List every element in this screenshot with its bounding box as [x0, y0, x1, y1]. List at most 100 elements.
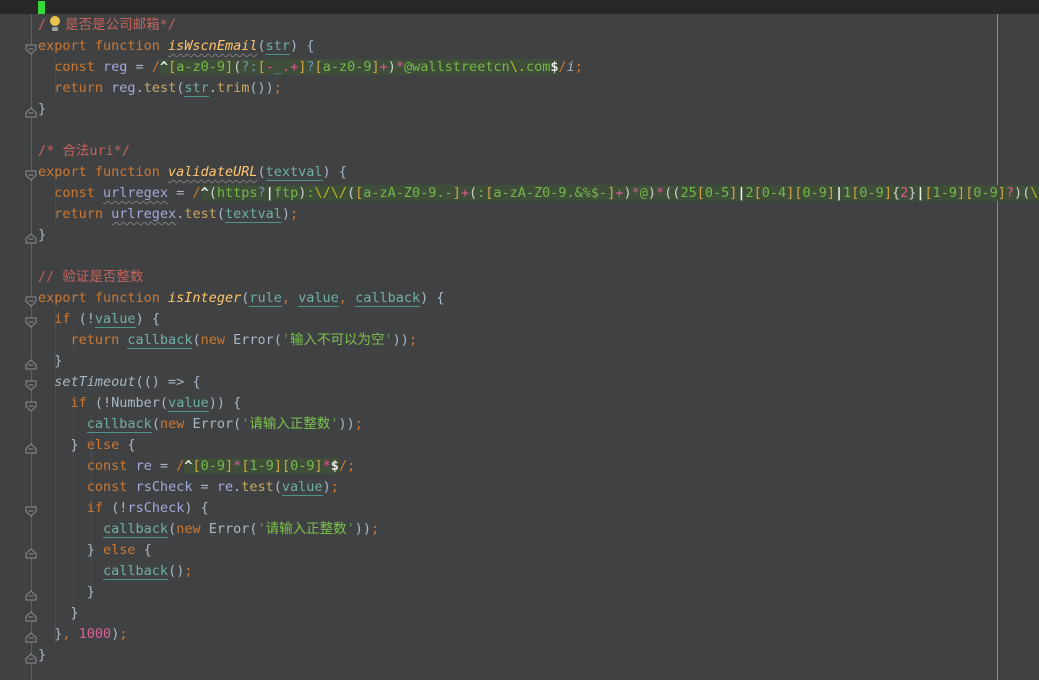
- fold-region-end-icon[interactable]: [25, 356, 37, 370]
- code-token: ): [623, 185, 632, 201]
- fold-region-start-icon[interactable]: [25, 293, 37, 307]
- code-token: rsCheck: [135, 479, 193, 495]
- code-token: export function: [38, 38, 169, 54]
- fold-region-end-icon[interactable]: [25, 230, 37, 244]
- code-token: callback: [103, 563, 169, 580]
- fold-region-end-icon[interactable]: [25, 608, 37, 622]
- code-line[interactable]: const rsCheck = re.test(value);: [0, 477, 1039, 498]
- code-line[interactable]: setTimeout(() => {: [0, 372, 1039, 393]
- code-token: (() => {: [135, 374, 201, 390]
- code-line[interactable]: [0, 246, 1039, 267]
- code-token: (: [273, 479, 282, 495]
- code-line[interactable]: return urlregex.test(textval);: [0, 204, 1039, 225]
- code-token: 0-9: [290, 458, 315, 474]
- intention-bulb-icon[interactable]: [49, 16, 61, 31]
- code-line[interactable]: return callback(new Error('输入不可以为空'));: [0, 330, 1039, 351]
- code-line[interactable]: } else {: [0, 435, 1039, 456]
- fold-region-end-icon[interactable]: [25, 629, 37, 643]
- code-token: 1-9: [249, 458, 274, 474]
- code-token: new: [176, 521, 201, 537]
- code-token: 请输入正整数: [249, 416, 331, 432]
- fold-region-start-icon[interactable]: [25, 41, 37, 55]
- code-token: $: [550, 59, 559, 75]
- code-line[interactable]: }: [0, 582, 1039, 603]
- code-line[interactable]: export function isWscnEmail(str) {: [0, 36, 1039, 57]
- code-line[interactable]: }: [0, 99, 1039, 120]
- code-token: value: [94, 311, 136, 328]
- code-token: Error(: [224, 332, 282, 348]
- code-token: )): [354, 521, 372, 537]
- code-token: *: [322, 458, 331, 474]
- fold-region-start-icon[interactable]: [25, 377, 37, 391]
- code-token: ': [281, 332, 291, 348]
- fold-region-end-icon[interactable]: [25, 104, 37, 118]
- code-token: 请输入正整数: [265, 521, 347, 537]
- code-token: reg: [111, 80, 136, 96]
- code-line[interactable]: const urlregex = /^(https?|ftp):\/\/([a-…: [0, 183, 1039, 204]
- code-line[interactable]: }: [0, 645, 1039, 666]
- code-token: ) {: [289, 38, 315, 54]
- code-line[interactable]: }, 1000);: [0, 624, 1039, 645]
- code-line[interactable]: [0, 120, 1039, 141]
- code-line[interactable]: }: [0, 225, 1039, 246]
- code-token: }: [38, 437, 87, 453]
- code-token: |: [265, 185, 274, 201]
- code-token: 输入不可以为空: [290, 332, 385, 348]
- code-token: )) {: [208, 395, 242, 411]
- code-token: if: [70, 395, 87, 411]
- fold-region-start-icon[interactable]: [25, 503, 37, 517]
- code-line[interactable]: export function validateURL(textval) {: [0, 162, 1039, 183]
- fold-region-start-icon[interactable]: [25, 167, 37, 181]
- fold-region-end-icon[interactable]: [25, 440, 37, 454]
- code-token: +: [379, 59, 388, 75]
- code-token: ) {: [420, 290, 445, 306]
- code-token: ): [281, 206, 291, 222]
- code-line[interactable]: // 验证是否整数: [0, 267, 1039, 288]
- code-token: callback: [355, 290, 421, 307]
- code-token: ': [330, 416, 339, 432]
- fold-region-start-icon[interactable]: [25, 314, 37, 328]
- code-token: re: [216, 479, 234, 495]
- code-line[interactable]: } else {: [0, 540, 1039, 561]
- code-line[interactable]: callback(new Error('请输入正整数'));: [0, 414, 1039, 435]
- code-token: if: [54, 311, 71, 327]
- code-line[interactable]: const re = /^[0-9]*[1-9][0-9]*$/;: [0, 456, 1039, 477]
- code-token: =: [151, 458, 177, 474]
- code-token: \.: [509, 59, 526, 75]
- code-token: {: [891, 185, 901, 201]
- code-token: validateURL: [168, 164, 258, 180]
- code-token: 0-5: [704, 185, 730, 201]
- code-token: ]: [225, 59, 234, 75]
- code-editor[interactable]: / 是否是公司邮箱*/export function isWscnEmail(st…: [0, 0, 1039, 680]
- code-line[interactable]: return reg.test(str.trim());: [0, 78, 1039, 99]
- fold-region-end-icon[interactable]: [25, 650, 37, 664]
- code-token: Error(: [200, 521, 258, 537]
- code-line[interactable]: if (!rsCheck) {: [0, 498, 1039, 519]
- code-line[interactable]: if (!Number(value)) {: [0, 393, 1039, 414]
- code-token: ): [647, 185, 657, 201]
- code-token: (: [151, 416, 160, 432]
- code-token: textval: [265, 164, 323, 181]
- code-line[interactable]: callback();: [0, 561, 1039, 582]
- code-line[interactable]: }: [0, 603, 1039, 624]
- code-token: ;: [408, 332, 418, 348]
- code-token: i: [566, 59, 575, 75]
- code-token: ': [257, 521, 266, 537]
- fold-region-end-icon[interactable]: [25, 587, 37, 601]
- fold-region-end-icon[interactable]: [25, 545, 37, 559]
- code-line[interactable]: export function isInteger(rule, value, c…: [0, 288, 1039, 309]
- code-line[interactable]: if (!value) {: [0, 309, 1039, 330]
- code-line[interactable]: const reg = /^[a-z0-9](?:[-_.+]?[a-z0-9]…: [0, 57, 1039, 78]
- code-token: ?: [306, 59, 315, 75]
- code-token: }: [38, 101, 47, 117]
- code-line[interactable]: callback(new Error('请输入正整数'));: [0, 519, 1039, 540]
- fold-region-start-icon[interactable]: [25, 398, 37, 412]
- code-token: ,: [281, 290, 290, 306]
- code-line[interactable]: / 是否是公司邮箱*/: [0, 15, 1039, 36]
- code-line[interactable]: }: [0, 351, 1039, 372]
- code-token: urlregex: [103, 185, 169, 201]
- code-line[interactable]: /* 合法uri*/: [0, 141, 1039, 162]
